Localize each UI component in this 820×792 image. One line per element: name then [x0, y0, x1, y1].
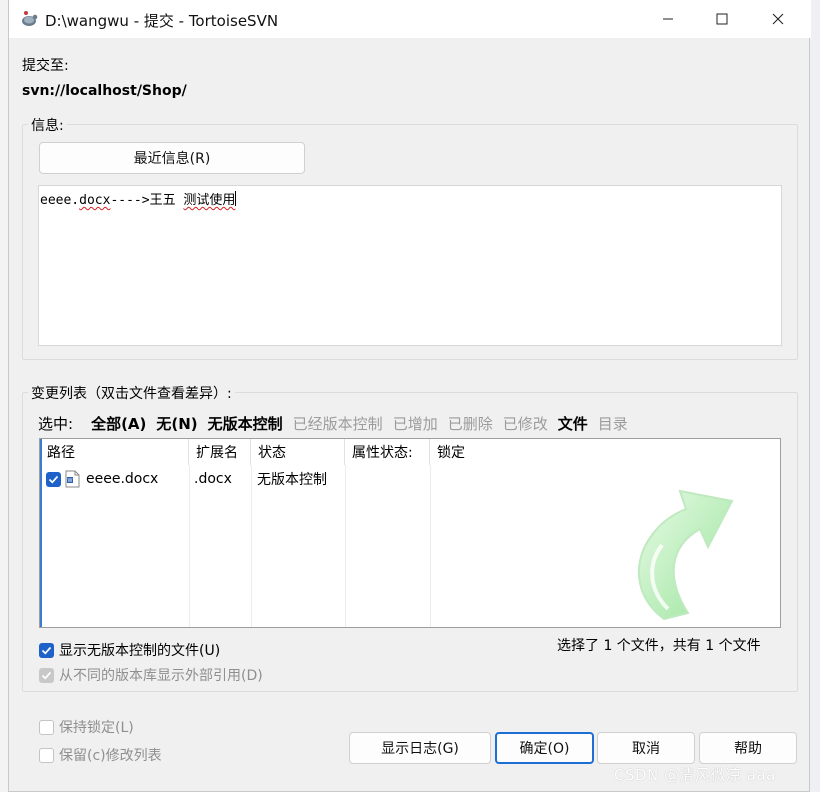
maximize-button[interactable]	[699, 0, 745, 38]
tortoise-icon	[22, 11, 38, 26]
row-path: eeee.docx	[86, 471, 159, 487]
keep-changelists-label: 保留(c)修改列表	[59, 748, 162, 764]
show-log-button[interactable]: 显示日志(G)	[349, 732, 491, 764]
cancel-button[interactable]: 取消	[597, 732, 695, 764]
message-text-4: 测试使用	[183, 193, 236, 208]
recent-messages-button[interactable]: 最近信息(R)	[39, 142, 305, 174]
filter-deleted: 已删除	[447, 415, 493, 433]
list-header: 路径 扩展名 状态 属性状态: 锁定	[40, 439, 510, 465]
cell-extension: .docx	[194, 471, 232, 487]
commit-dialog: D:\wangwu - 提交 - TortoiseSVN 提交至: svn://…	[8, 0, 811, 792]
message-text-3: 王五	[149, 193, 184, 208]
filter-added: 已增加	[392, 415, 438, 433]
row-checkbox[interactable]	[46, 471, 61, 487]
filter-modified: 已修改	[502, 415, 548, 433]
csdn-watermark: CSDN @清风微凉 aaa	[614, 766, 776, 784]
minimize-button[interactable]	[645, 0, 691, 38]
column-extension[interactable]: 扩展名	[189, 439, 251, 465]
table-row[interactable]: W eeee.docx .docx 无版本控制	[40, 467, 510, 491]
message-group-title: 信息:	[28, 115, 67, 135]
select-label: 选中:	[38, 415, 74, 433]
message-text-docx: docx	[79, 193, 111, 208]
cell-status: 无版本控制	[257, 472, 327, 488]
checkmark-icon	[41, 646, 52, 655]
keep-locks-label: 保持锁定(L)	[59, 720, 134, 736]
checkmark-icon	[41, 671, 52, 680]
title-bar: D:\wangwu - 提交 - TortoiseSVN	[9, 0, 811, 38]
minimize-icon	[663, 18, 673, 20]
keep-changelists-checkbox[interactable]	[39, 747, 54, 763]
changes-list[interactable]: 路径 扩展名 状态 属性状态: 锁定 W eeee.docx .docx 无版本…	[39, 438, 781, 628]
column-lock[interactable]: 锁定	[430, 439, 510, 465]
filter-unversioned[interactable]: 无版本控制	[208, 413, 283, 434]
filter-files[interactable]: 文件	[558, 413, 588, 434]
keep-changelists-option[interactable]: 保留(c)修改列表	[39, 745, 162, 765]
word-document-icon: W	[65, 470, 80, 488]
checkmark-icon	[48, 475, 59, 484]
changes-group-title: 变更列表（双击文件查看差异）:	[28, 383, 235, 403]
filter-all[interactable]: 全部(A)	[91, 413, 146, 434]
keep-locks-option[interactable]: 保持锁定(L)	[39, 717, 134, 737]
show-externals-option: 从不同的版本库显示外部引用(D)	[39, 665, 263, 685]
message-text-2: ---->	[110, 193, 150, 208]
window-title: D:\wangwu - 提交 - TortoiseSVN	[45, 12, 279, 30]
column-path[interactable]: 路径	[40, 439, 189, 465]
commit-to-url: svn://localhost/Shop/	[22, 83, 187, 99]
ok-button[interactable]: 确定(O)	[495, 732, 594, 764]
selection-summary: 选择了 1 个文件，共有 1 个文件	[557, 638, 761, 654]
column-prop-status[interactable]: 属性状态:	[345, 439, 430, 465]
close-button[interactable]	[755, 0, 801, 38]
filter-directories: 目录	[597, 415, 628, 433]
filter-none[interactable]: 无(N)	[156, 413, 197, 434]
keep-locks-checkbox[interactable]	[39, 719, 54, 735]
selection-filter-row: 选中: 全部(A) 无(N) 无版本控制 已经版本控制 已增加 已删除 已修改 …	[38, 413, 638, 434]
show-externals-label: 从不同的版本库显示外部引用(D)	[59, 668, 263, 684]
close-icon	[772, 13, 784, 25]
cell-path: W eeee.docx	[40, 470, 189, 488]
show-unversioned-option[interactable]: 显示无版本控制的文件(U)	[39, 640, 220, 660]
message-text-1: eeee.	[40, 193, 80, 208]
commit-message-input[interactable]: eeee.docx---->王五 测试使用	[38, 185, 782, 346]
text-caret	[235, 191, 237, 206]
maximize-icon	[716, 13, 728, 25]
column-status[interactable]: 状态	[251, 439, 345, 465]
commit-arrow-icon	[637, 489, 734, 621]
filter-versioned: 已经版本控制	[292, 415, 383, 433]
help-button[interactable]: 帮助	[699, 732, 797, 764]
show-externals-checkbox	[39, 667, 54, 683]
show-unversioned-checkbox[interactable]	[39, 642, 54, 658]
show-unversioned-label: 显示无版本控制的文件(U)	[59, 643, 221, 659]
commit-to-label: 提交至:	[22, 58, 69, 74]
svg-text:W: W	[68, 478, 73, 484]
